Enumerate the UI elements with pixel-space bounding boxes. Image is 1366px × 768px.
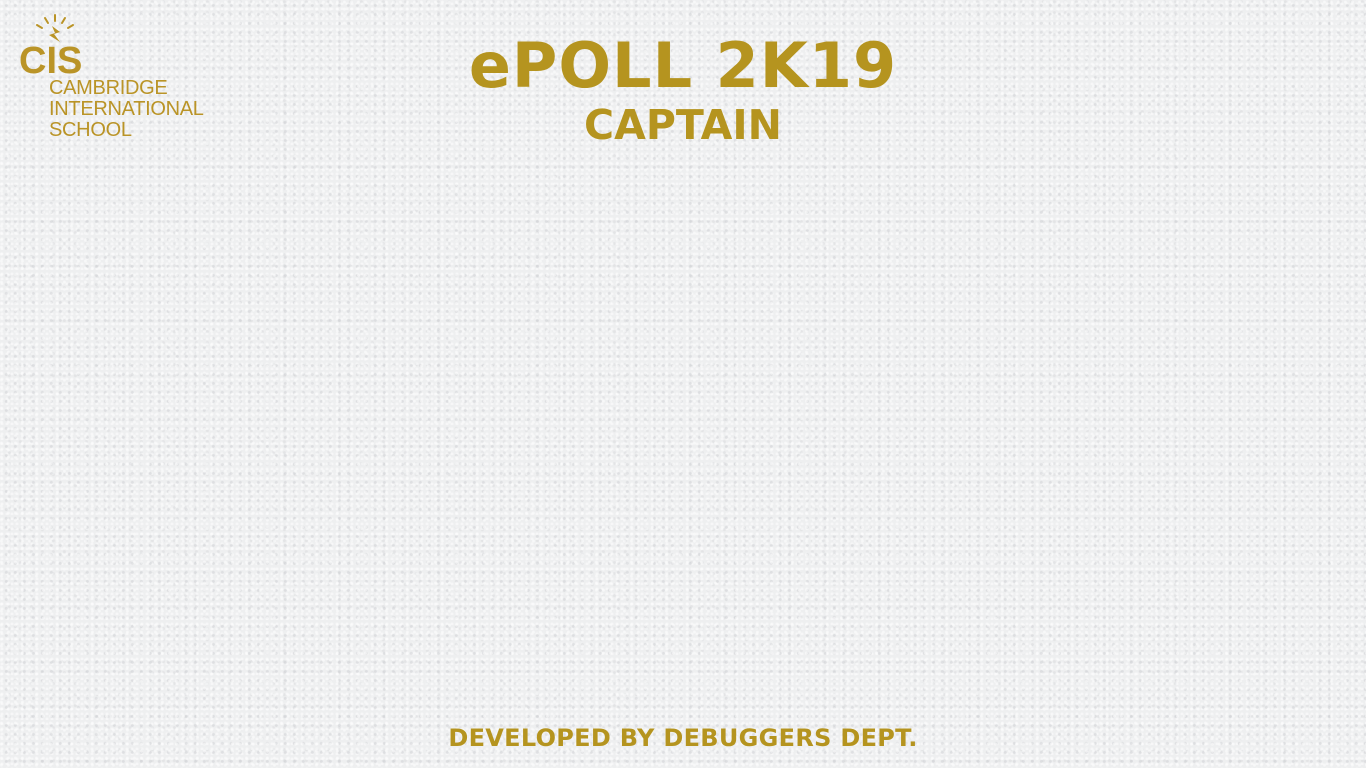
page-subtitle: CAPTAIN: [584, 101, 782, 149]
page-title: ePOLL 2K19: [468, 29, 898, 102]
candidate-area: [330, 246, 1000, 686]
page-header: ePOLL 2K19 CAPTAIN: [0, 28, 1366, 150]
footer-credit: DEVELOPED BY DEBUGGERS DEPT.: [448, 724, 918, 752]
